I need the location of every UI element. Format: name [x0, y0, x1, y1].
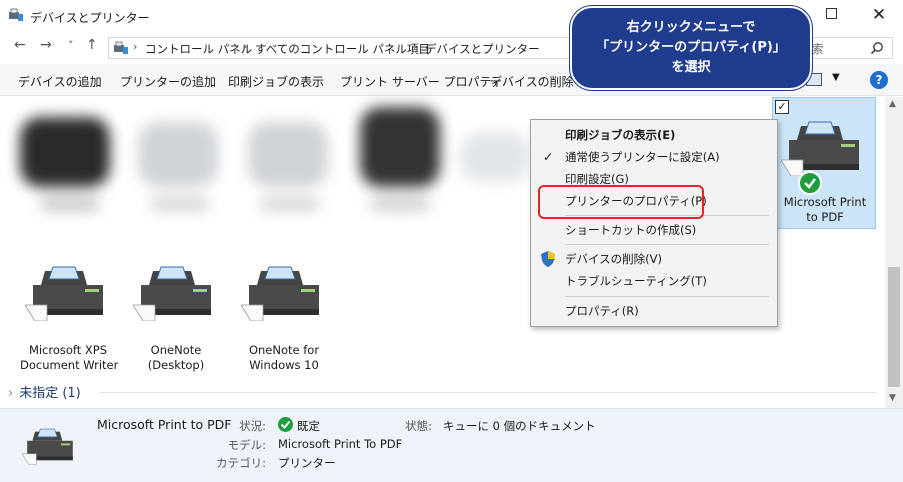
remove-device-button[interactable]: デバイスの削除: [490, 73, 574, 90]
help-icon[interactable]: ?: [870, 71, 888, 89]
device-microsoft-print-to-pdf[interactable]: ✓ Microsoft Print to PDF: [772, 97, 876, 229]
printer-icon: [781, 121, 859, 176]
scroll-thumb[interactable]: [888, 267, 900, 387]
menu-item-view-print-jobs[interactable]: 印刷ジョブの表示(E): [531, 124, 777, 146]
device-microsoft-xps[interactable]: Microsoft XPS Document Writer: [20, 265, 119, 373]
view-options-dropdown-icon[interactable]: ▼: [832, 72, 840, 83]
device-onenote-desktop[interactable]: OneNote (Desktop): [128, 265, 224, 373]
details-category-value: プリンター: [278, 456, 336, 470]
details-pane: Microsoft Print to PDF 状況: 既定 モデル: Micro…: [0, 408, 903, 482]
search-icon: [870, 42, 883, 55]
window-title: デバイスとプリンター: [30, 11, 150, 25]
menu-item-troubleshoot[interactable]: トラブルシューティング(T): [531, 270, 777, 292]
details-state-key: 状態:: [405, 419, 432, 433]
vertical-scrollbar[interactable]: ▲ ▼: [885, 97, 903, 408]
device-onenote-windows10[interactable]: OneNote for Windows 10: [236, 265, 332, 373]
up-button[interactable]: ↑: [86, 37, 98, 53]
scroll-up-icon[interactable]: ▲: [889, 99, 896, 109]
breadcrumb-separator-icon: ›: [243, 40, 248, 53]
printer-icon: [241, 266, 319, 321]
menu-item-set-default[interactable]: ✓ 通常使うプリンターに設定(A): [531, 146, 777, 168]
breadcrumb-all-items[interactable]: すべてのコントロール パネル項目: [255, 41, 430, 57]
print-server-properties-button[interactable]: プリント サーバー プロパティ: [340, 73, 503, 90]
device-label: Microsoft Print to PDF: [783, 195, 867, 224]
default-printer-check-icon: [798, 171, 822, 195]
menu-item-properties[interactable]: プロパティ(R): [531, 300, 777, 322]
breadcrumb-devices-printers[interactable]: デバイスとプリンター: [425, 41, 540, 57]
group-divider: [100, 392, 876, 393]
breadcrumb-control-panel[interactable]: コントロール パネル: [145, 41, 252, 57]
devices-printers-icon: [114, 41, 128, 54]
device-label: OneNote for Windows 10: [248, 343, 320, 372]
search-placeholder: 索: [812, 42, 824, 56]
blurred-devices: [10, 97, 530, 242]
device-select-checkbox[interactable]: ✓: [775, 100, 789, 114]
add-device-button[interactable]: デバイスの追加: [18, 73, 102, 90]
details-model-key: モデル:: [227, 438, 266, 452]
group-unspecified[interactable]: › 未指定 (1): [8, 382, 81, 401]
context-menu: 印刷ジョブの表示(E) ✓ 通常使うプリンターに設定(A) 印刷設定(G) プリン…: [530, 119, 778, 327]
maximize-button[interactable]: [826, 8, 837, 19]
breadcrumb-separator-icon: ›: [133, 40, 138, 53]
check-icon: ✓: [543, 150, 554, 164]
details-category-key: カテゴリ:: [216, 456, 266, 470]
details-status-value: 既定: [297, 419, 320, 433]
details-model-value: Microsoft Print To PDF: [278, 437, 403, 451]
view-print-jobs-button[interactable]: 印刷ジョブの表示: [228, 73, 324, 90]
details-state-value: キューに 0 個のドキュメント: [443, 419, 596, 433]
highlight-printer-properties: [538, 185, 704, 219]
menu-item-remove-device[interactable]: デバイスの削除(V): [531, 248, 777, 270]
breadcrumb-separator-icon: ›: [413, 40, 418, 53]
close-button[interactable]: ✕: [866, 4, 892, 26]
printer-icon: [22, 428, 73, 465]
add-printer-button[interactable]: プリンターの追加: [120, 73, 216, 90]
recent-locations-button[interactable]: ˅: [68, 39, 74, 52]
scroll-down-icon[interactable]: ▼: [889, 393, 896, 403]
details-status-key: 状況:: [239, 419, 266, 433]
instruction-callout: 右クリックメニューで 「プリンターのプロパティ(P)」 を選択: [570, 6, 812, 90]
printer-icon: [25, 266, 103, 321]
menu-item-create-shortcut[interactable]: ショートカットの作成(S): [531, 219, 777, 241]
chevron-right-icon: ›: [8, 386, 14, 401]
devices-printers-icon: [9, 8, 23, 21]
menu-separator: [565, 296, 769, 297]
menu-separator: [565, 244, 769, 245]
device-label: Microsoft XPS Document Writer: [20, 343, 119, 372]
printer-icon: [133, 266, 211, 321]
device-label: OneNote (Desktop): [147, 343, 205, 372]
forward-button[interactable]: →: [40, 37, 52, 53]
uac-shield-icon: [541, 251, 555, 267]
status-ok-icon: [278, 417, 293, 432]
back-button[interactable]: ←: [14, 37, 26, 53]
